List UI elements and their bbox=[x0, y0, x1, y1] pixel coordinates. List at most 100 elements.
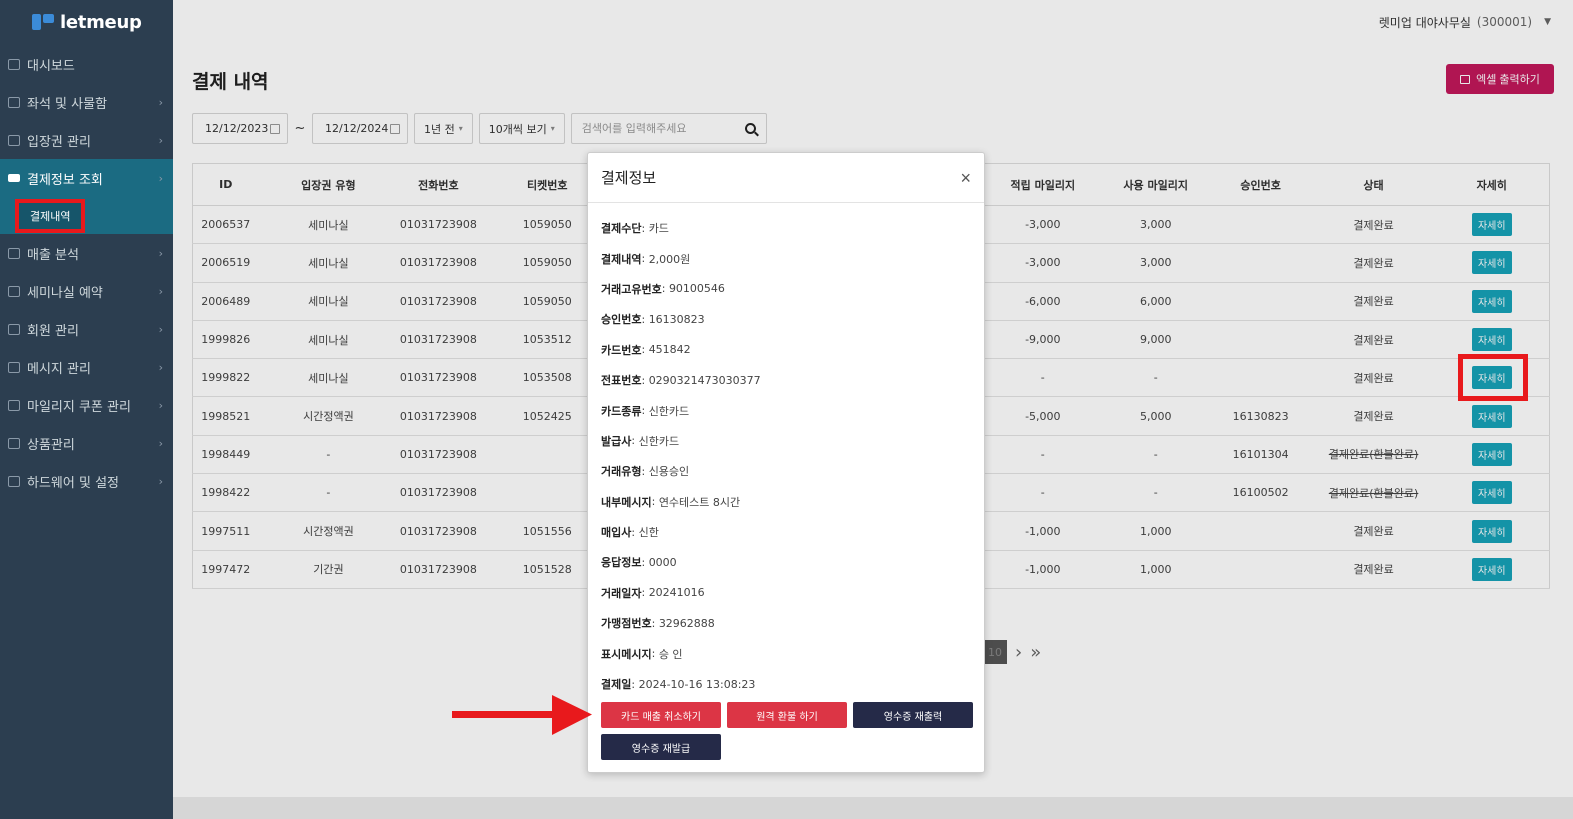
info-row: 매입사: 신한 bbox=[601, 517, 971, 547]
modal-actions: 카드 매출 취소하기 원격 환불 하기 영수증 재출력 영수증 재발급 bbox=[601, 702, 973, 760]
sidebar-item-seminar[interactable]: 세미나실 예약 › bbox=[0, 272, 173, 310]
info-key: 표시메시지 bbox=[601, 647, 652, 661]
calendar-icon bbox=[8, 285, 20, 297]
grid-icon bbox=[8, 58, 20, 70]
sidebar-item-payments[interactable]: 결제정보 조회 › bbox=[0, 159, 173, 197]
info-value: 451842 bbox=[648, 343, 691, 357]
sidebar-item-products[interactable]: 상품관리 › bbox=[0, 424, 173, 462]
info-key: 발급사 bbox=[601, 434, 632, 448]
users-icon bbox=[8, 323, 20, 335]
sidebar-item-tickets[interactable]: 입장권 관리 › bbox=[0, 121, 173, 159]
info-sep: : bbox=[651, 495, 659, 509]
sidebar-item-mileage[interactable]: 마일리지 쿠폰 관리 › bbox=[0, 386, 173, 424]
info-value: 카드 bbox=[648, 222, 669, 236]
info-row: 거래고유번호: 90100546 bbox=[601, 274, 971, 304]
info-key: 거래일자 bbox=[601, 586, 642, 600]
info-row: 가맹점번호: 32962888 bbox=[601, 608, 971, 638]
info-key: 내부메시지 bbox=[601, 495, 652, 509]
info-value: 신용승인 bbox=[648, 465, 690, 479]
info-key: 승인번호 bbox=[601, 313, 642, 327]
chevron-right-icon: › bbox=[158, 171, 163, 185]
info-value: 연수테스트 8시간 bbox=[658, 495, 741, 509]
info-value: 0000 bbox=[648, 555, 677, 569]
ticket-icon bbox=[8, 134, 20, 146]
sidebar-subitem-payment-history[interactable]: 결제내역 bbox=[15, 198, 86, 233]
info-sep: : bbox=[641, 221, 649, 235]
info-row: 결제일: 2024-10-16 13:08:23 bbox=[601, 669, 971, 699]
receipt-reissue-button[interactable]: 영수증 재발급 bbox=[601, 734, 721, 760]
info-key: 매입사 bbox=[601, 526, 632, 540]
info-row: 결제수단: 카드 bbox=[601, 213, 971, 243]
payment-info-modal: 결제정보 × 결제수단: 카드 결제내역: 2,000원 거래고유번호: 90100… bbox=[587, 152, 985, 773]
info-row: 카드종류: 신한카드 bbox=[601, 395, 971, 425]
info-row: 내부메시지: 연수테스트 8시간 bbox=[601, 487, 971, 517]
sidebar-item-members[interactable]: 회원 관리 › bbox=[0, 310, 173, 348]
info-row: 결제내역: 2,000원 bbox=[601, 243, 971, 273]
info-value: 신한 bbox=[638, 526, 659, 540]
highlight-detail-button bbox=[1458, 354, 1528, 401]
info-sep: : bbox=[641, 555, 649, 569]
sidebar-item-messages[interactable]: 메시지 관리 › bbox=[0, 348, 173, 386]
modal-header: 결제정보 × bbox=[588, 153, 984, 203]
info-sep: : bbox=[661, 282, 669, 296]
info-row: 승인번호: 16130823 bbox=[601, 304, 971, 334]
info-sep: : bbox=[651, 616, 659, 630]
info-value: 32962888 bbox=[658, 616, 715, 630]
info-sep: : bbox=[641, 464, 649, 478]
info-sep: : bbox=[641, 404, 649, 418]
sidebar-item-seats[interactable]: 좌석 및 사물함 › bbox=[0, 83, 173, 121]
mail-icon bbox=[8, 361, 20, 373]
sidebar-item-dashboard[interactable]: 대시보드 bbox=[0, 45, 173, 83]
modal-title: 결제정보 bbox=[601, 169, 657, 187]
info-sep: : bbox=[641, 373, 649, 387]
info-value: 20241016 bbox=[648, 586, 705, 600]
receipt-reprint-button[interactable]: 영수증 재출력 bbox=[853, 702, 973, 728]
chevron-right-icon: › bbox=[158, 360, 163, 374]
info-row: 카드번호: 451842 bbox=[601, 335, 971, 365]
bag-icon bbox=[8, 437, 20, 449]
info-sep: : bbox=[641, 312, 649, 326]
info-value: 2,000원 bbox=[648, 252, 691, 266]
modal-body: 결제수단: 카드 결제내역: 2,000원 거래고유번호: 90100546 승인번호… bbox=[588, 203, 984, 699]
seat-icon bbox=[8, 96, 20, 108]
chevron-right-icon: › bbox=[158, 95, 163, 109]
logo-icon bbox=[32, 14, 54, 30]
info-key: 거래고유번호 bbox=[601, 282, 662, 296]
gear-icon bbox=[8, 475, 20, 487]
info-value: 신한카드 bbox=[648, 404, 690, 418]
brand-logo[interactable]: letmeup bbox=[0, 0, 173, 44]
info-key: 응답정보 bbox=[601, 556, 642, 570]
info-key: 가맹점번호 bbox=[601, 617, 652, 631]
info-key: 카드종류 bbox=[601, 404, 642, 418]
info-value: 승 인 bbox=[658, 647, 683, 661]
info-sep: : bbox=[631, 525, 639, 539]
info-sep: : bbox=[631, 677, 639, 691]
info-row: 거래유형: 신용승인 bbox=[601, 456, 971, 486]
sidebar-item-sales[interactable]: 매출 분석 › bbox=[0, 234, 173, 272]
chevron-right-icon: › bbox=[158, 398, 163, 412]
coupon-icon bbox=[8, 399, 20, 411]
info-row: 거래일자: 20241016 bbox=[601, 578, 971, 608]
info-sep: : bbox=[651, 647, 659, 661]
chevron-right-icon: › bbox=[158, 133, 163, 147]
chevron-right-icon: › bbox=[158, 436, 163, 450]
info-row: 전표번호: 0290321473030377 bbox=[601, 365, 971, 395]
chart-icon bbox=[8, 247, 20, 259]
info-row: 응답정보: 0000 bbox=[601, 547, 971, 577]
chevron-right-icon: › bbox=[158, 474, 163, 488]
card-icon bbox=[8, 174, 20, 182]
info-value: 2024-10-16 13:08:23 bbox=[638, 677, 756, 691]
info-sep: : bbox=[641, 343, 649, 357]
remote-refund-button[interactable]: 원격 환불 하기 bbox=[727, 702, 847, 728]
info-key: 거래유형 bbox=[601, 465, 642, 479]
info-sep: : bbox=[641, 586, 649, 600]
info-value: 0290321473030377 bbox=[648, 373, 761, 387]
close-icon[interactable]: × bbox=[960, 169, 971, 187]
cancel-card-sale-button[interactable]: 카드 매출 취소하기 bbox=[601, 702, 721, 728]
sidebar-item-hardware[interactable]: 하드웨어 및 설정 › bbox=[0, 462, 173, 500]
info-sep: : bbox=[631, 434, 639, 448]
chevron-right-icon: › bbox=[158, 284, 163, 298]
sidebar: letmeup 대시보드 좌석 및 사물함 › 입장권 관리 › 결제정보 조회 › … bbox=[0, 0, 173, 819]
info-sep: : bbox=[641, 252, 649, 266]
info-value: 신한카드 bbox=[638, 434, 680, 448]
